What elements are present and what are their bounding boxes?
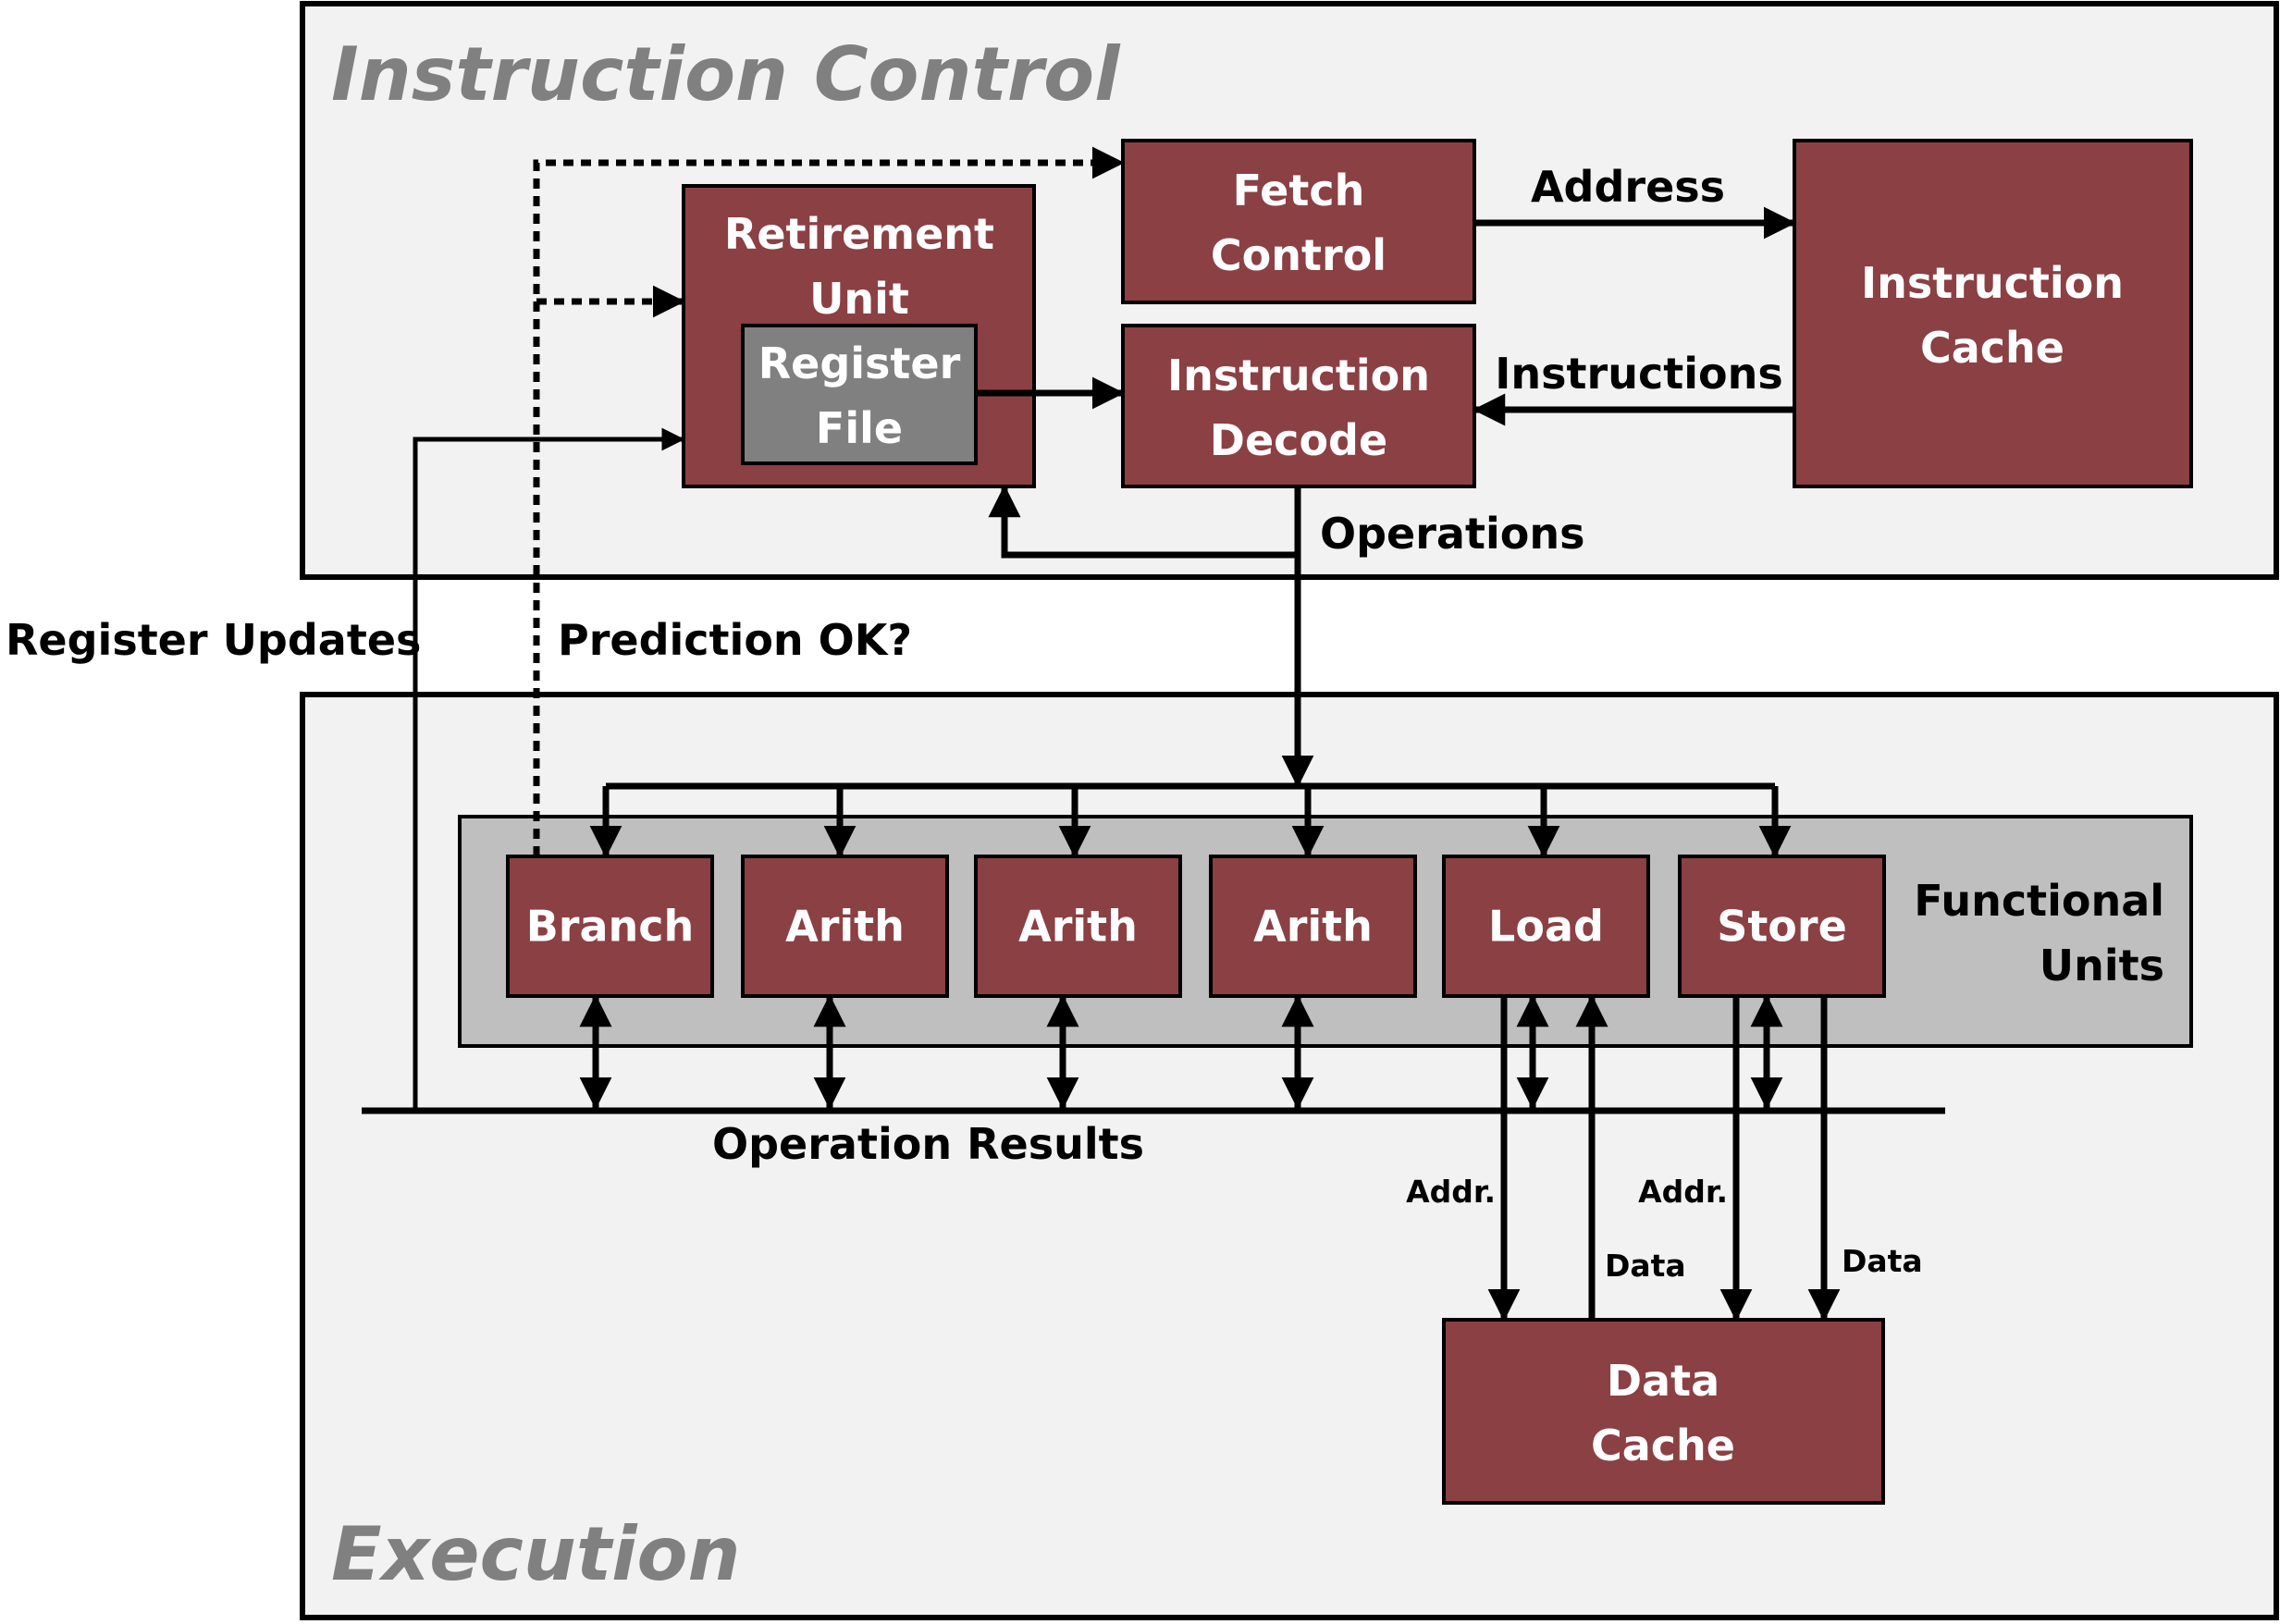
register-file-line2: File [816,403,903,453]
instruction-decode-line1: Instruction [1167,351,1430,400]
functional-unit-load-4[interactable]: Load [1442,855,1650,998]
prediction-ok-label: Prediction OK? [558,615,912,665]
store-data-label: Data [1842,1243,1923,1279]
functional-unit-arith-2[interactable]: Arith [974,855,1182,998]
fetch-control-unit[interactable]: Fetch Control [1121,139,1476,304]
address-label: Address [1531,162,1725,212]
retirement-unit-line2: Unit [809,274,909,324]
register-file[interactable]: Register File [741,324,978,465]
fetch-control-line1: Fetch [1233,166,1365,215]
functional-unit-label: Load [1488,902,1604,952]
instruction-decode-line2: Decode [1210,415,1387,465]
functional-unit-store-5[interactable]: Store [1678,855,1886,998]
instruction-control-title: Instruction Control [331,31,1121,117]
functional-unit-label: Arith [1253,902,1373,952]
functional-unit-branch-0[interactable]: Branch [506,855,714,998]
functional-units-label-line1: Functional [1914,876,2164,926]
operations-label: Operations [1320,509,1584,559]
load-addr-label: Addr. [1406,1174,1496,1210]
cpu-block-diagram: Instruction Control Execution Functional… [6,1,2279,1620]
data-cache-unit[interactable]: Data Cache [1442,1318,1885,1505]
retirement-unit-line1: Retirement [724,209,994,259]
functional-unit-label: Branch [526,902,695,952]
functional-units-label-line2: Units [2040,941,2164,990]
functional-unit-arith-3[interactable]: Arith [1209,855,1417,998]
functional-unit-label: Arith [785,902,905,952]
execution-title: Execution [331,1511,740,1597]
register-file-line1: Register [758,338,961,388]
functional-unit-arith-1[interactable]: Arith [741,855,949,998]
instructions-label: Instructions [1495,349,1782,399]
functional-unit-label: Arith [1018,902,1138,952]
operation-results-label: Operation Results [712,1119,1144,1169]
instruction-cache-line2: Cache [1920,323,2064,373]
instruction-decode-unit[interactable]: Instruction Decode [1121,324,1476,488]
fetch-control-line2: Control [1211,230,1386,280]
register-updates-label: Register Updates [6,615,421,665]
instruction-cache-line1: Instruction [1861,258,2124,308]
instruction-cache-unit[interactable]: Instruction Cache [1793,139,2193,488]
data-cache-line2: Cache [1591,1421,1735,1470]
store-addr-label: Addr. [1638,1174,1728,1210]
functional-unit-label: Store [1717,902,1847,952]
data-cache-line1: Data [1607,1356,1719,1406]
load-data-label: Data [1605,1248,1686,1284]
